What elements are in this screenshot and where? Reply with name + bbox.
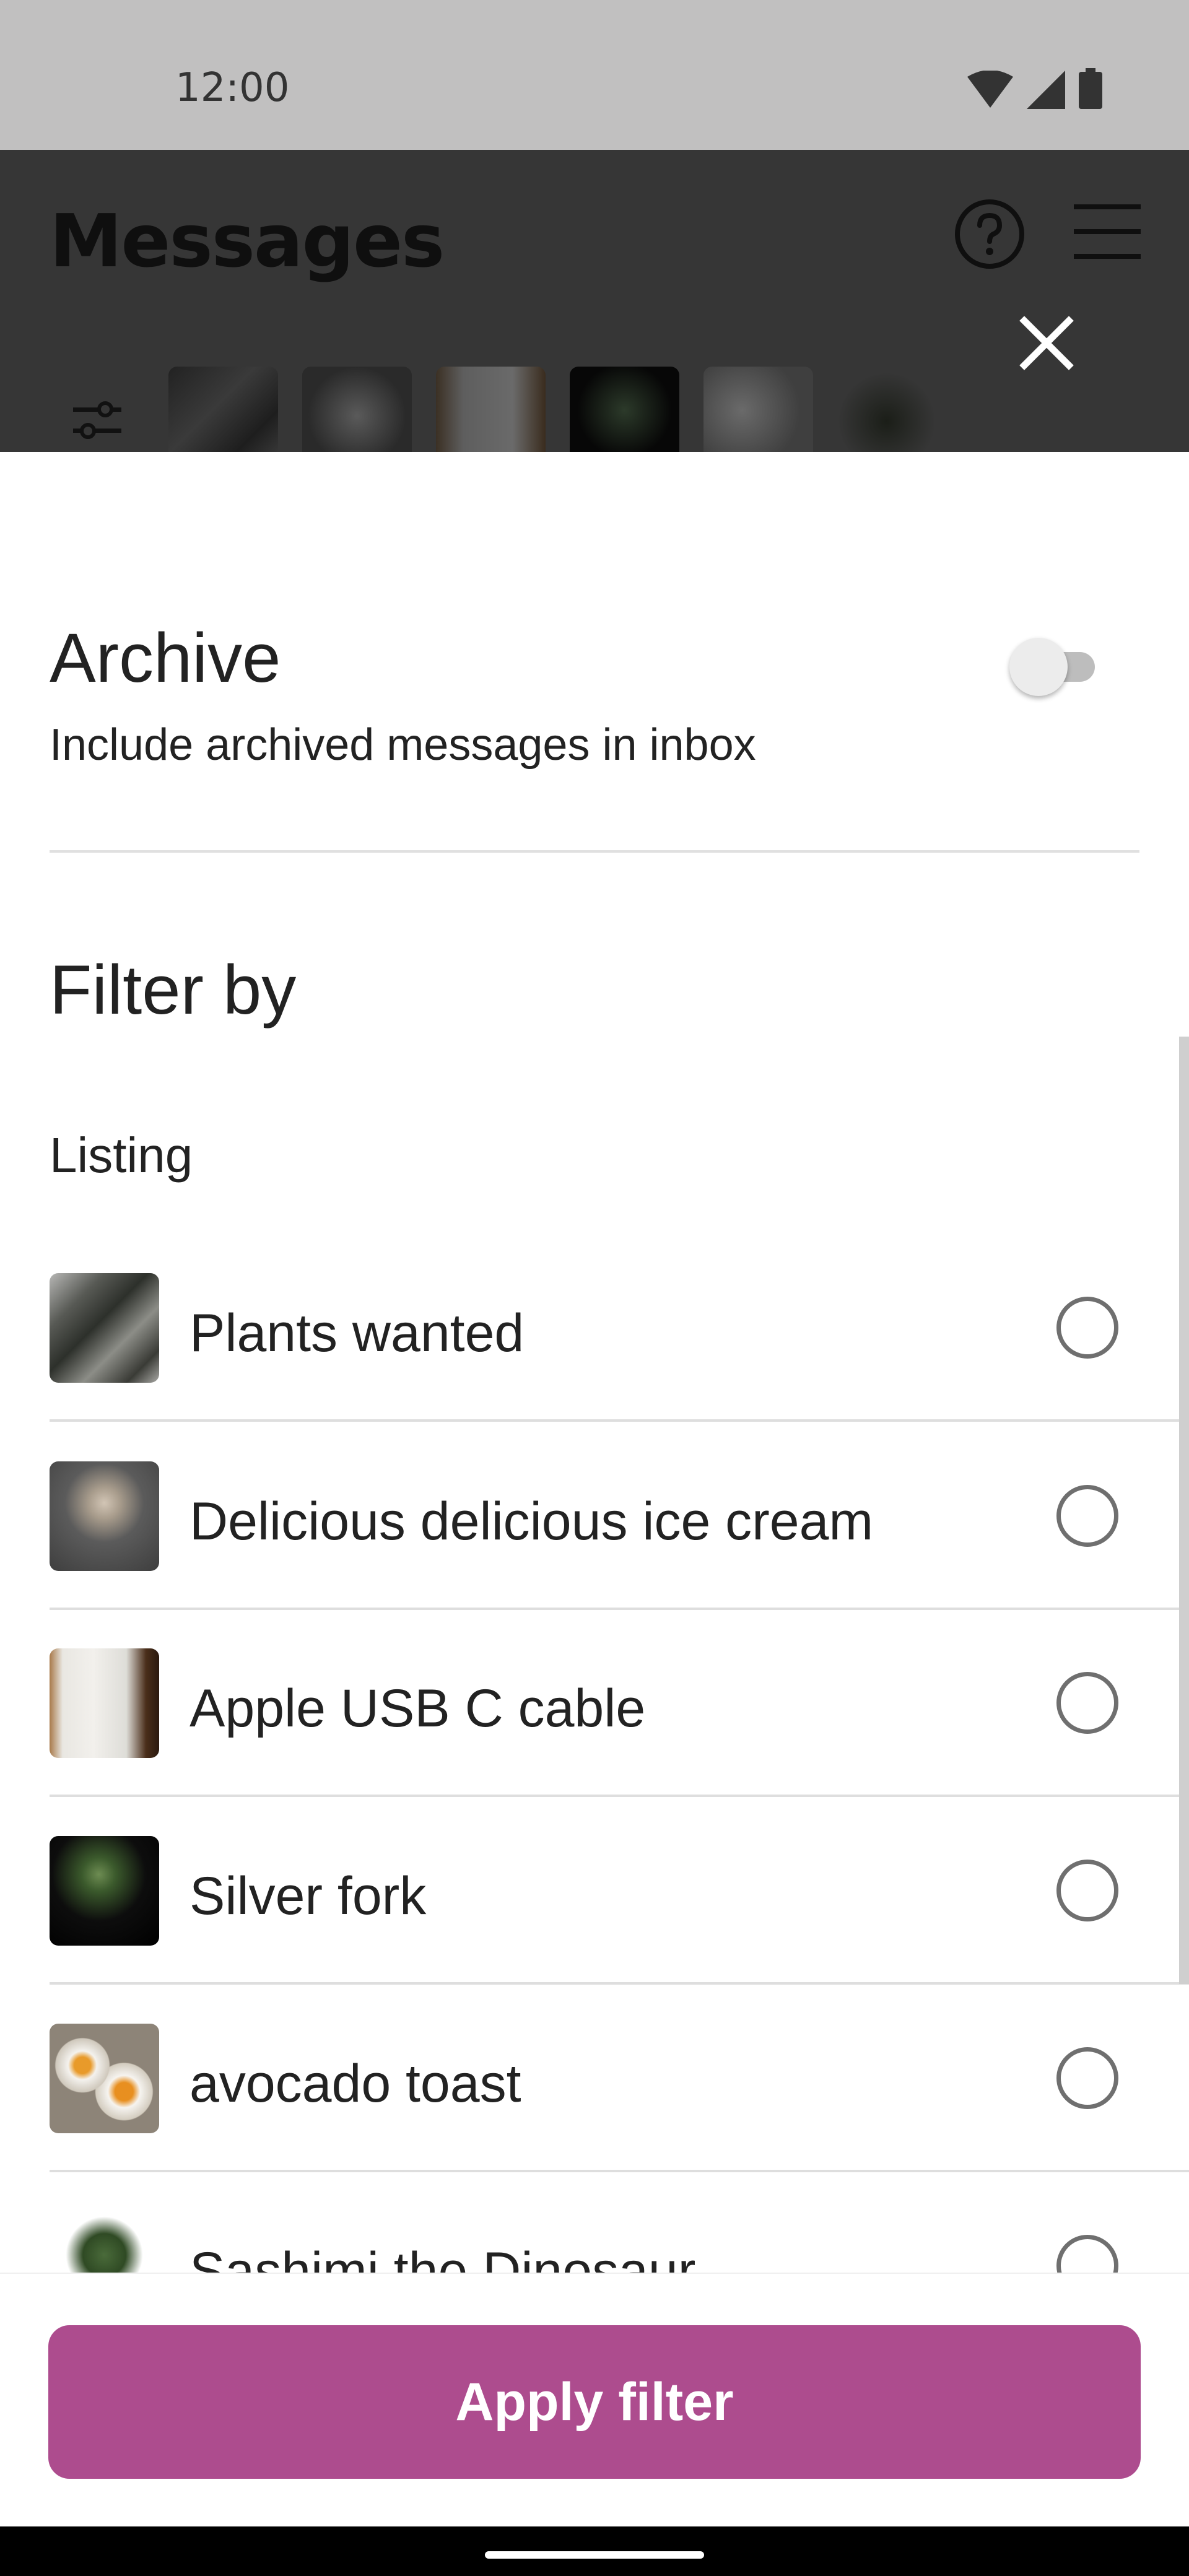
row-divider — [50, 1608, 1189, 1610]
wifi-icon — [967, 71, 1013, 108]
row-divider — [50, 1982, 1189, 1985]
battery-icon — [1079, 68, 1102, 109]
close-icon[interactable] — [1016, 312, 1078, 374]
listing-thumbnail[interactable] — [570, 367, 679, 452]
listing-thumbnail — [50, 1273, 159, 1383]
help-circle-icon[interactable] — [954, 198, 1026, 270]
listing-thumbnail[interactable] — [168, 367, 278, 452]
listing-item-label: Delicious delicious ice cream — [189, 1492, 874, 1551]
hamburger-menu-icon[interactable] — [1071, 201, 1143, 263]
radio-button[interactable] — [1056, 1672, 1118, 1734]
home-gesture-handle[interactable] — [485, 2551, 704, 2559]
listing-item-label: Plants wanted — [189, 1303, 525, 1363]
archive-title: Archive — [50, 619, 281, 697]
sliders-icon[interactable] — [73, 396, 121, 445]
listing-item-silver-fork[interactable]: Silver fork — [50, 1799, 1189, 1985]
listing-thumbnail — [50, 2211, 159, 2273]
status-time: 12:00 — [175, 65, 290, 111]
radio-button[interactable] — [1056, 2047, 1118, 2109]
cellular-signal-icon — [1027, 71, 1065, 109]
bottom-action-area: Apply filter — [0, 2273, 1189, 2526]
filter-sheet: Archive Include archived messages in inb… — [0, 452, 1189, 2273]
status-bar: 12:00 — [0, 0, 1189, 150]
radio-button[interactable] — [1056, 2235, 1118, 2273]
row-divider — [50, 1419, 1189, 1422]
listing-item-sashimi-dinosaur[interactable]: Sashimi the Dinosaur — [50, 2174, 1139, 2273]
listing-thumbnail-strip — [168, 367, 947, 452]
section-divider — [50, 850, 1139, 853]
radio-button[interactable] — [1056, 1297, 1118, 1359]
listing-item-label: Silver fork — [189, 1866, 427, 1926]
listing-thumbnail — [50, 1836, 159, 1946]
listing-item-plants-wanted[interactable]: Plants wanted — [50, 1236, 1189, 1422]
listing-thumbnail — [50, 2024, 159, 2133]
listing-thumbnail[interactable] — [837, 367, 947, 452]
listing-item-label: avocado toast — [189, 2054, 521, 2113]
radio-button[interactable] — [1056, 1860, 1118, 1921]
listing-item-label: Apple USB C cable — [189, 1679, 646, 1738]
listing-item-usb-cable[interactable]: Apple USB C cable — [50, 1611, 1189, 1797]
listing-thumbnail[interactable] — [436, 367, 546, 452]
listing-item-ice-cream[interactable]: Delicious delicious ice cream — [50, 1424, 1189, 1610]
row-divider — [50, 2170, 1189, 2172]
scrollbar[interactable] — [1179, 1037, 1189, 1984]
listing-thumbnail — [50, 1461, 159, 1571]
system-nav-bar — [0, 2526, 1189, 2576]
row-divider — [50, 1795, 1189, 1797]
toggle-knob — [1009, 638, 1068, 696]
listing-thumbnail[interactable] — [703, 367, 813, 452]
status-icons — [967, 68, 1102, 109]
listing-thumbnail[interactable] — [302, 367, 412, 452]
listing-item-label: Sashimi the Dinosaur — [189, 2242, 696, 2273]
archive-subtitle: Include archived messages in inbox — [50, 720, 756, 770]
apply-filter-button[interactable]: Apply filter — [48, 2325, 1141, 2479]
listing-item-avocado-toast[interactable]: avocado toast — [50, 1986, 1189, 2172]
listing-thumbnail — [50, 1648, 159, 1758]
app-header-overlay: Messages — [0, 150, 1189, 452]
radio-button[interactable] — [1056, 1485, 1118, 1547]
page-title: Messages — [50, 198, 445, 284]
filter-by-heading: Filter by — [50, 951, 297, 1029]
archive-toggle[interactable] — [1009, 632, 1108, 700]
listing-section-label: Listing — [50, 1128, 193, 1183]
